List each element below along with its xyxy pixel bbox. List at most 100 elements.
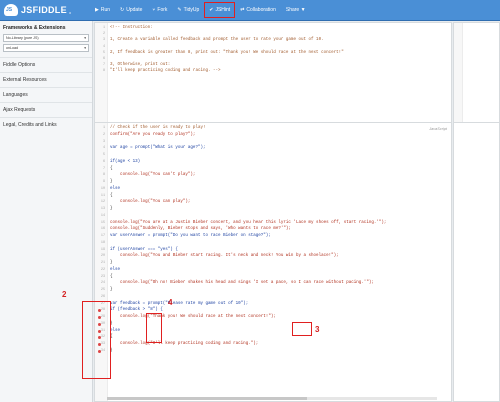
line-number: 7 (102, 63, 105, 68)
code-line: } (110, 207, 113, 211)
fork-button[interactable]: ⑂ Fork (147, 0, 172, 20)
line-number: 3 (102, 38, 105, 43)
code-line: else (110, 267, 121, 272)
line-number: 19 (100, 247, 105, 252)
share-button[interactable]: Share ▼ (281, 0, 311, 20)
line-number: 2 (102, 32, 105, 37)
line-number: 10 (100, 186, 105, 191)
code-line: { (110, 193, 113, 198)
load-type-select-value: onLoad (6, 46, 18, 50)
code-line: 1, Create a variable called feedback and… (110, 38, 324, 43)
sidebar-item-ajax-requests[interactable]: Ajax Requests (0, 102, 92, 117)
js-editor-panel[interactable]: JavaScript 1 // Check if the user is read… (94, 122, 452, 402)
line-number: 17 (100, 234, 105, 238)
collaboration-button[interactable]: ⇄ Collaboration (235, 0, 281, 20)
code-line: console.log("Thank you! We should race a… (110, 315, 276, 319)
line-number: 24 (100, 281, 105, 286)
code-line: confirm("Are you ready to play?"); (110, 132, 196, 137)
fork-icon: ⑂ (152, 7, 156, 13)
sidebar-item-fiddle-options[interactable]: Fiddle Options (0, 57, 92, 72)
line-number: 12 (100, 200, 105, 205)
line-number: 23 (100, 274, 105, 279)
code-line: console.log("You can't play"); (110, 173, 196, 178)
line-number: 6 (102, 57, 105, 61)
library-select-value: No-Library (pure JS) (6, 36, 39, 40)
code-line: } (110, 288, 113, 292)
line-number: 5 (102, 153, 105, 157)
jsfiddle-logo[interactable]: JS JSFIDDLE α (4, 2, 71, 18)
line-number: 8 (102, 173, 105, 178)
sidebar-item-languages[interactable]: Languages (0, 87, 92, 102)
sidebar-item-legal[interactable]: Legal, Credits and Links (0, 117, 92, 132)
horizontal-scrollbar[interactable] (107, 397, 437, 400)
line-number: 4 (102, 146, 105, 151)
code-line: 2, If feedback is greater than 8, print … (110, 50, 344, 55)
css-editor-panel[interactable] (453, 22, 500, 124)
code-line: 3, Otherwise, print out: (110, 63, 171, 68)
jshint-label: JSHint (215, 7, 231, 13)
code-line: console.log("Suddenly, Bieber stops and … (110, 227, 291, 232)
line-number: 6 (102, 159, 105, 164)
line-number: 1 (102, 126, 105, 130)
logo-text: JSFIDDLE (21, 5, 67, 15)
code-line: console.log("You can play"); (110, 200, 191, 205)
check-icon: ✔ (209, 7, 214, 13)
library-select[interactable]: No-Library (pure JS) ▾ (3, 34, 89, 42)
annotation-box-3 (292, 322, 312, 336)
result-panel (453, 122, 500, 402)
line-number: 18 (100, 240, 105, 245)
annotation-number-3: 3 (315, 325, 320, 334)
update-label: Update (126, 7, 143, 13)
line-number: 16 (100, 227, 105, 232)
code-line: if(age < 13) (110, 159, 141, 164)
sidebar-item-external-resources[interactable]: External Resources (0, 72, 92, 87)
code-line: var age = prompt("What is your age?"); (110, 146, 206, 151)
code-line: console.log("I'll keep practicing coding… (110, 342, 259, 346)
code-line: } (110, 261, 113, 265)
tidyup-button[interactable]: ✎ TidyUp (172, 0, 204, 20)
logo-icon-text: JS (6, 7, 13, 13)
run-button[interactable]: ▶ Run (90, 0, 115, 20)
line-number: 21 (100, 261, 105, 265)
frameworks-heading: Frameworks & Extensions (3, 25, 66, 31)
tidyup-label: TidyUp (183, 7, 200, 13)
code-line: "I'll keep practicing coding and racing.… (110, 69, 221, 74)
line-number: 2 (102, 132, 105, 137)
annotation-box-4 (146, 313, 162, 343)
line-number: 11 (100, 193, 105, 198)
line-number: 25 (100, 288, 105, 292)
annotation-number-2: 2 (62, 290, 67, 299)
share-label: Share ▼ (285, 7, 306, 13)
line-number: 4 (102, 44, 105, 49)
code-line: else (110, 186, 121, 191)
load-type-select[interactable]: onLoad ▾ (3, 44, 89, 52)
annotation-number-4: 4 (168, 298, 173, 307)
line-number: 5 (102, 50, 105, 55)
code-line: console.log("You are at a Justin Bieber … (110, 220, 387, 225)
play-icon: ▶ (95, 7, 99, 13)
line-number-gutter (454, 23, 463, 123)
update-button[interactable]: ↻ Update (115, 0, 147, 20)
logo-version: α (68, 9, 72, 15)
line-number: 1 (102, 26, 105, 30)
code-line: var userAnswer = prompt("Do you want to … (110, 234, 271, 238)
run-label: Run (100, 7, 111, 13)
html-editor-panel[interactable]: 1 <!-- Instruction: 2 3 1, Create a variable… (94, 22, 452, 124)
cloud-icon: JS (4, 4, 18, 16)
collaboration-icon: ⇄ (240, 7, 245, 13)
code-line: // Check if the user is ready to play! (110, 126, 206, 130)
line-number: 14 (100, 213, 105, 218)
annotation-box-2 (82, 301, 111, 379)
line-number: 26 (100, 294, 105, 299)
code-line: } (110, 180, 113, 184)
line-number: 20 (100, 254, 105, 259)
top-toolbar: JS JSFIDDLE α ▶ Run ↻ Update ⑂ Fork ✎ TidyUp… (0, 0, 500, 21)
sidebar: Frameworks & Extensions No-Library (pure… (0, 21, 93, 402)
code-line: else (110, 328, 121, 333)
line-number: 8 (102, 69, 105, 74)
code-line: if (userAnswer === "yes") { (110, 247, 178, 252)
refresh-icon: ↻ (120, 7, 125, 13)
collaboration-label: Collaboration (246, 7, 276, 13)
chevron-down-icon: ▾ (84, 36, 86, 40)
jshint-button[interactable]: ✔ JSHint (204, 2, 236, 18)
